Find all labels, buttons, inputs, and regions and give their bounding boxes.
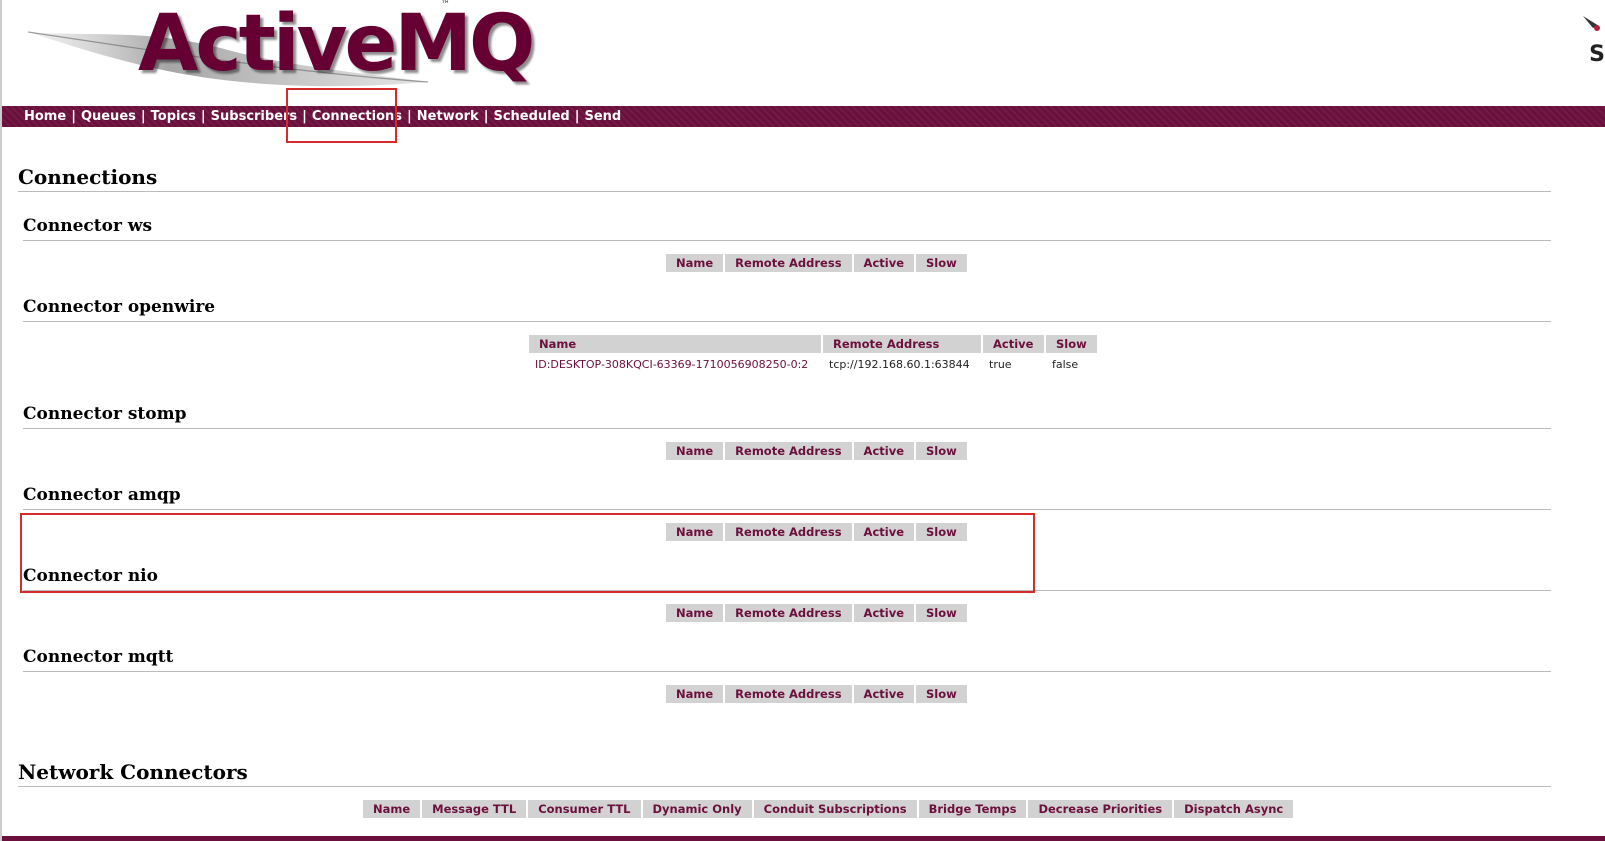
- connection-id-cell: ID:DESKTOP-308KQCI-63369-1710056908250-0…: [529, 353, 821, 371]
- header: ActiveMQ ™ S: [0, 0, 1605, 106]
- nav-subscribers-link[interactable]: Subscribers: [211, 109, 298, 124]
- col-dispatch-async-header[interactable]: Dispatch Async: [1174, 800, 1294, 818]
- col-name-header[interactable]: Name: [666, 254, 724, 272]
- col-bridge-temps-header[interactable]: Bridge Temps: [918, 800, 1027, 818]
- nav-queues-link[interactable]: Queues: [81, 109, 136, 124]
- col-decrease-priorities-header[interactable]: Decrease Priorities: [1028, 800, 1173, 818]
- active-cell: true: [989, 358, 1012, 371]
- col-slow-header[interactable]: Slow: [1046, 335, 1097, 353]
- nav-home-link[interactable]: Home: [24, 109, 66, 124]
- connections-tab-highlight: [286, 88, 397, 143]
- col-remote-address-header[interactable]: Remote Address: [725, 254, 852, 272]
- apache-feather-icon: [1583, 16, 1600, 31]
- col-remote-address-header[interactable]: Remote Address: [725, 442, 852, 460]
- table-header-row: Name Remote Address Active Slow: [529, 335, 1097, 353]
- connector-amqp-title: Connector amqp: [23, 485, 181, 505]
- connection-id-link[interactable]: ID:DESKTOP-308KQCI-63369-1710056908250-0…: [535, 358, 808, 371]
- col-active-header[interactable]: Active: [853, 442, 914, 460]
- network-divider: [18, 786, 1551, 787]
- connector-openwire-table: Name Remote Address Active Slow ID:DESKT…: [527, 335, 1099, 371]
- nav-network-link[interactable]: Network: [417, 109, 479, 124]
- col-remote-address-header[interactable]: Remote Address: [725, 685, 852, 703]
- connector-divider: [23, 321, 1551, 322]
- col-conduit-subscriptions-header[interactable]: Conduit Subscriptions: [753, 800, 917, 818]
- nav-separator: |: [200, 109, 206, 124]
- connector-openwire-title: Connector openwire: [23, 297, 216, 317]
- col-active-header[interactable]: Active: [853, 604, 914, 622]
- col-name-header[interactable]: Name: [666, 685, 724, 703]
- nav-scheduled-link[interactable]: Scheduled: [493, 109, 569, 124]
- nav-separator: |: [140, 109, 146, 124]
- col-remote-address-header[interactable]: Remote Address: [823, 335, 981, 353]
- col-slow-header[interactable]: Slow: [916, 685, 967, 703]
- nav-separator: |: [407, 109, 412, 124]
- connector-mqtt-table: Name Remote Address Active Slow: [664, 685, 969, 703]
- nav-topics-link[interactable]: Topics: [151, 109, 196, 124]
- remote-address-cell: tcp://192.168.60.1:63844: [829, 358, 970, 371]
- table-header-row: Name Message TTL Consumer TTL Dynamic On…: [363, 800, 1294, 818]
- connector-ws-title: Connector ws: [23, 216, 153, 236]
- col-consumer-ttl-header[interactable]: Consumer TTL: [528, 800, 641, 818]
- col-name-header[interactable]: Name: [666, 442, 724, 460]
- table-header-row: Name Remote Address Active Slow: [666, 442, 967, 460]
- col-dynamic-only-header[interactable]: Dynamic Only: [642, 800, 752, 818]
- col-slow-header[interactable]: Slow: [916, 442, 967, 460]
- col-name-header[interactable]: Name: [666, 604, 724, 622]
- col-active-header[interactable]: Active: [853, 254, 914, 272]
- nav-separator: |: [574, 109, 580, 124]
- connector-nio-table: Name Remote Address Active Slow: [664, 604, 969, 622]
- connector-divider: [23, 671, 1551, 672]
- connector-divider: [23, 509, 1551, 510]
- trademark-symbol: ™: [441, 0, 450, 10]
- page-title: Connections: [18, 165, 158, 189]
- col-remote-address-header[interactable]: Remote Address: [725, 604, 852, 622]
- title-divider: [18, 191, 1551, 192]
- table-header-row: Name Remote Address Active Slow: [666, 604, 967, 622]
- col-active-header[interactable]: Active: [983, 335, 1044, 353]
- activemq-logo[interactable]: ActiveMQ: [138, 0, 535, 90]
- col-name-header[interactable]: Name: [529, 335, 821, 353]
- slow-cell: false: [1052, 358, 1079, 371]
- table-header-row: Name Remote Address Active Slow: [666, 685, 967, 703]
- connector-ws-table: Name Remote Address Active Slow: [664, 254, 969, 272]
- network-connectors-table: Name Message TTL Consumer TTL Dynamic On…: [361, 800, 1295, 818]
- col-name-header[interactable]: Name: [363, 800, 421, 818]
- col-message-ttl-header[interactable]: Message TTL: [422, 800, 527, 818]
- table-row: ID:DESKTOP-308KQCI-63369-1710056908250-0…: [529, 353, 1097, 371]
- nav-send-link[interactable]: Send: [584, 109, 621, 124]
- connector-stomp-title: Connector stomp: [23, 404, 187, 424]
- connector-divider: [23, 428, 1551, 429]
- footer-bar: [2, 836, 1605, 841]
- connector-stomp-table: Name Remote Address Active Slow: [664, 442, 969, 460]
- col-slow-header[interactable]: Slow: [916, 254, 967, 272]
- nav-separator: |: [483, 109, 489, 124]
- table-header-row: Name Remote Address Active Slow: [666, 254, 967, 272]
- amqp-nio-highlight: [20, 513, 1035, 593]
- connector-mqtt-title: Connector mqtt: [23, 647, 174, 667]
- network-connectors-title: Network Connectors: [18, 760, 248, 784]
- nav-separator: |: [71, 109, 76, 124]
- connector-divider: [23, 240, 1551, 241]
- corner-logo-text: S: [1589, 42, 1605, 67]
- col-slow-header[interactable]: Slow: [916, 604, 967, 622]
- col-active-header[interactable]: Active: [853, 685, 914, 703]
